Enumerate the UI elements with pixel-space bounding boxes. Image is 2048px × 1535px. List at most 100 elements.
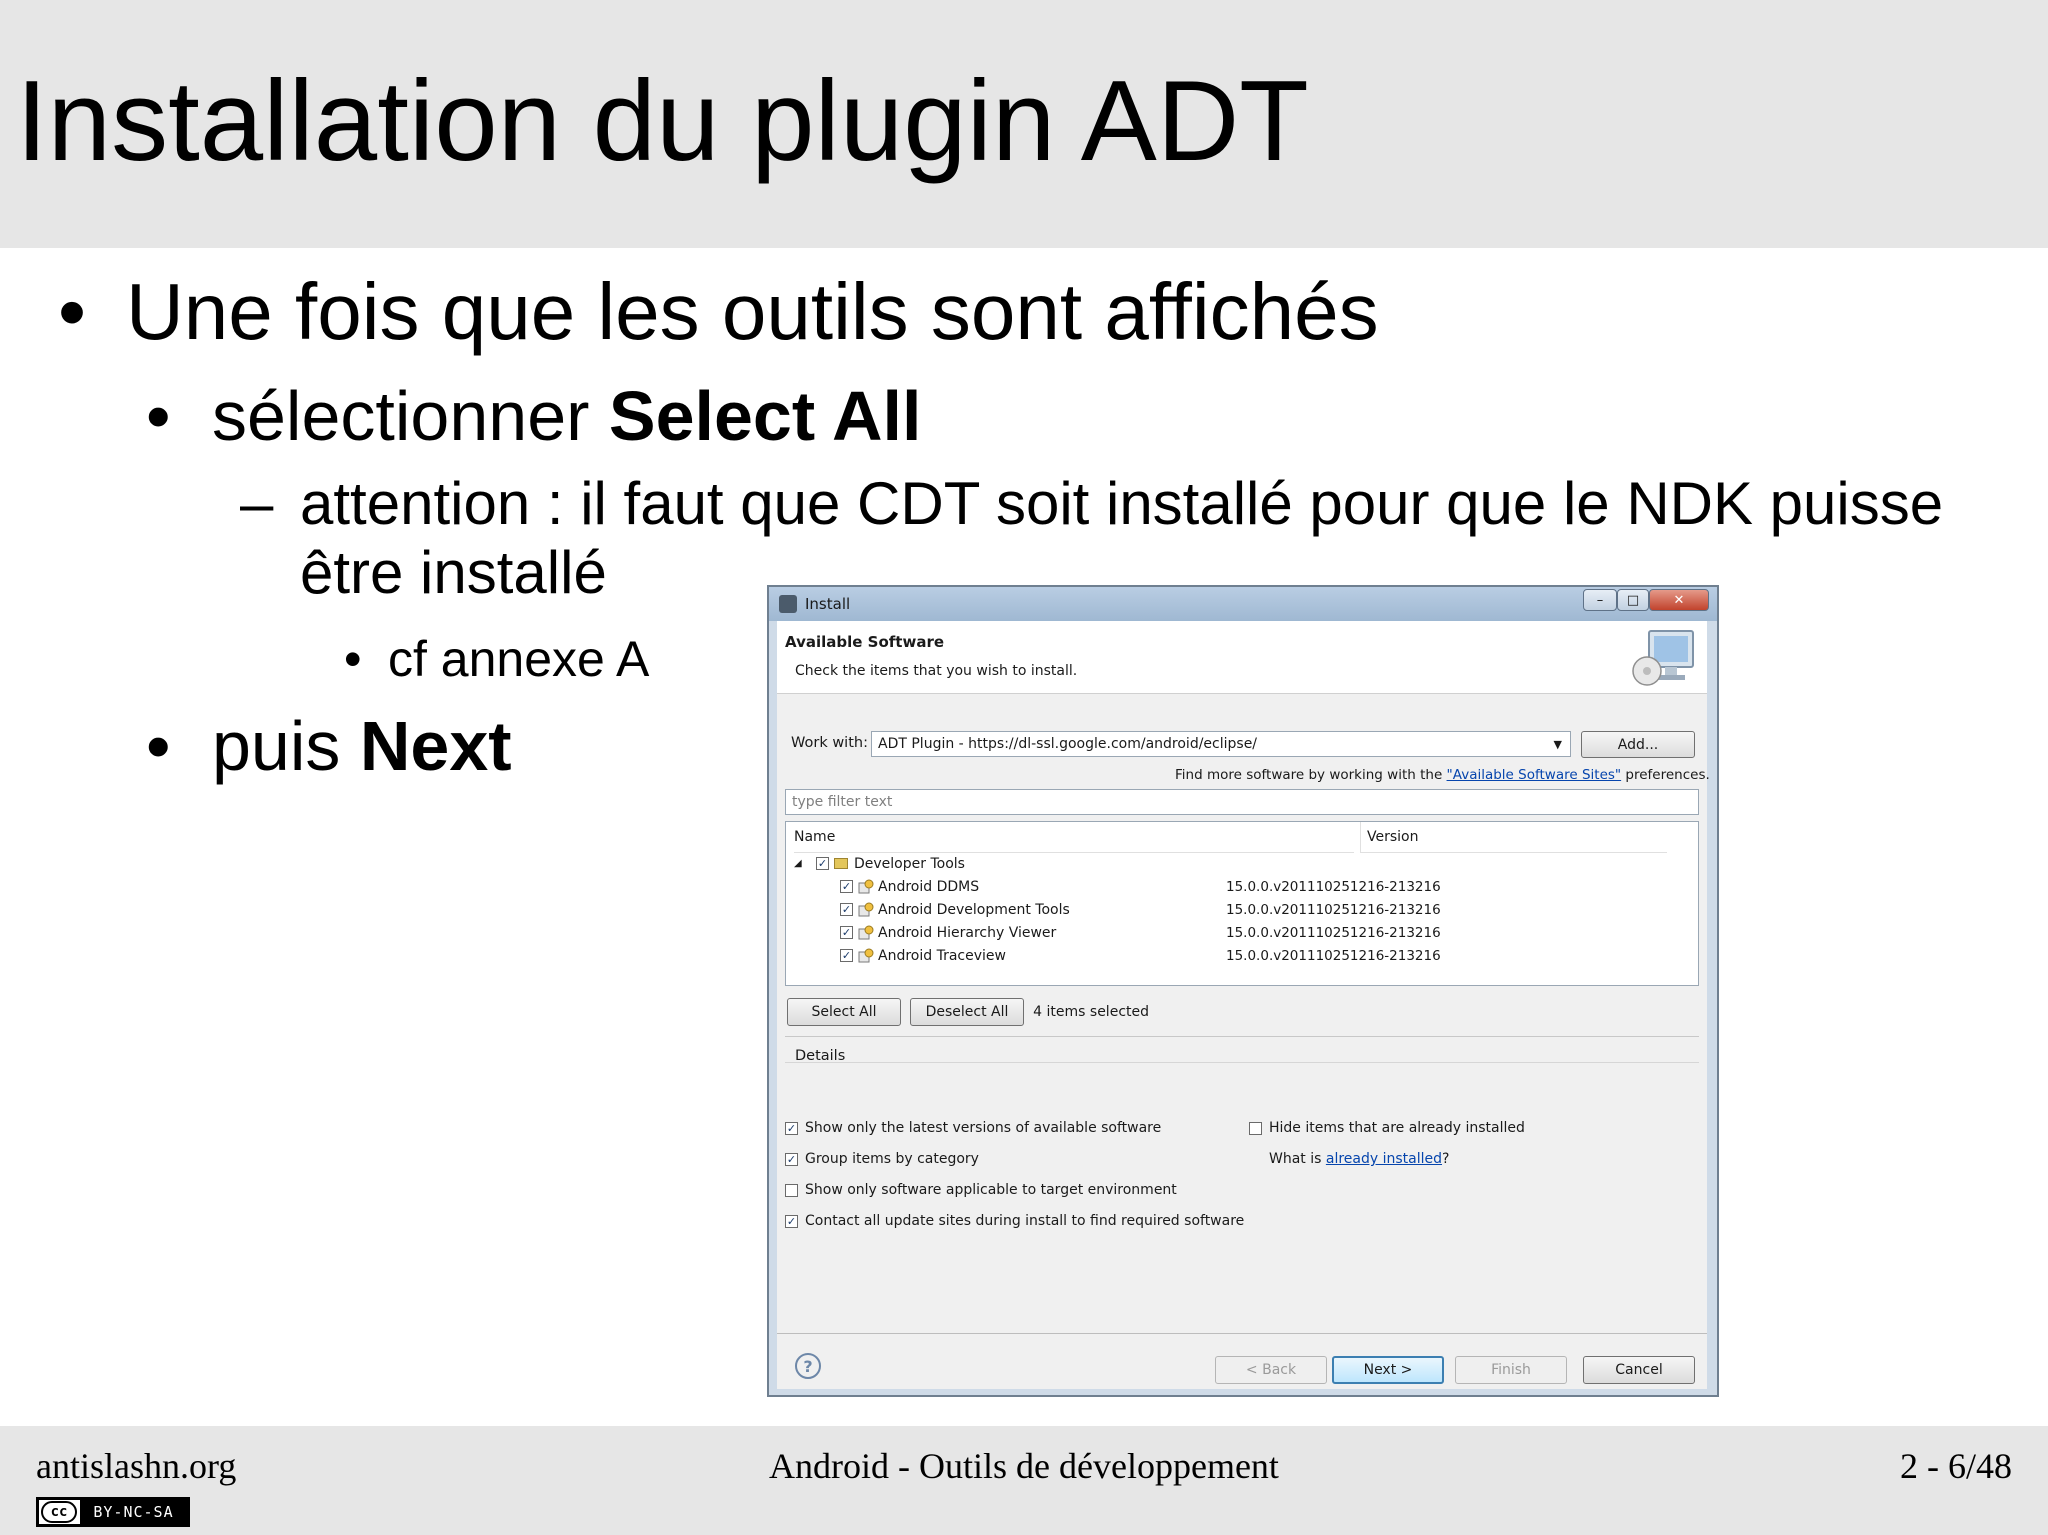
checkbox-developer-tools[interactable]: ✓ <box>816 857 829 870</box>
bullet-level3-attention-cont: être installé <box>300 538 607 608</box>
banner-subtitle: Check the items that you wish to install… <box>795 663 1078 679</box>
license-text: BY-NC-SA <box>80 1500 187 1524</box>
minimize-button[interactable]: – <box>1583 589 1617 611</box>
column-header-version[interactable]: Version <box>1360 822 1667 853</box>
bullet-text: puis Next <box>212 707 512 785</box>
checkbox-item[interactable]: ✓ <box>840 903 853 916</box>
add-site-button[interactable]: Add... <box>1581 731 1695 758</box>
install-dialog: Install – □ ✕ Available Software Check t… <box>767 585 1719 1397</box>
item-version: 15.0.0.v201110251216-213216 <box>1226 879 1441 895</box>
chevron-down-icon[interactable]: ▼ <box>1554 733 1562 757</box>
option-contact-sites[interactable]: ✓ Contact all update sites during instal… <box>785 1213 1244 1229</box>
deselect-all-button[interactable]: Deselect All <box>910 998 1024 1026</box>
checkbox-applicable-only[interactable] <box>785 1184 798 1197</box>
eclipse-app-icon <box>779 595 797 613</box>
bullet-text: Une fois que les outils sont affichés <box>126 267 1379 356</box>
dialog-body: Available Software Check the items that … <box>777 621 1710 1389</box>
bullet-text: cf annexe A <box>388 631 650 687</box>
table-row[interactable]: ✓ Android Hierarchy Viewer 15.0.0.v20111… <box>786 922 1696 944</box>
what-is-suffix: ? <box>1442 1151 1450 1167</box>
item-version: 15.0.0.v201110251216-213216 <box>1226 925 1441 941</box>
table-row[interactable]: ✓ Android Development Tools 15.0.0.v2011… <box>786 899 1696 921</box>
install-software-icon <box>1632 630 1694 686</box>
work-with-value: ADT Plugin - https://dl-ssl.google.com/a… <box>878 736 1258 752</box>
item-name: Android DDMS <box>878 879 980 895</box>
cancel-button[interactable]: Cancel <box>1583 1356 1695 1384</box>
footer-page-number: 2 - 6/48 <box>1900 1446 2012 1486</box>
plugin-icon <box>858 948 874 963</box>
item-name: Android Development Tools <box>878 902 1070 918</box>
back-button[interactable]: < Back <box>1215 1356 1327 1384</box>
plugin-icon <box>858 879 874 894</box>
bullet-dot: • <box>58 267 87 356</box>
dialog-title: Install <box>805 595 851 613</box>
find-more-text: Find more software by working with the "… <box>1175 767 1710 783</box>
checkbox-contact-sites[interactable]: ✓ <box>785 1215 798 1228</box>
items-selected-count: 4 items selected <box>1033 1004 1149 1020</box>
item-version: 15.0.0.v201110251216-213216 <box>1226 948 1441 964</box>
dialog-titlebar: Install – □ ✕ <box>769 587 1717 621</box>
option-hide-installed[interactable]: Hide items that are already installed <box>1249 1120 1525 1136</box>
already-installed-link[interactable]: already installed <box>1326 1151 1442 1167</box>
finish-button[interactable]: Finish <box>1455 1356 1567 1384</box>
next-button[interactable]: Next > <box>1332 1356 1444 1384</box>
bullet-text-line1: attention : il faut que CDT soit install… <box>300 470 1944 537</box>
slide-header: Installation du plugin ADT <box>0 0 2048 248</box>
checkbox-item[interactable]: ✓ <box>840 926 853 939</box>
find-more-prefix: Find more software by working with the <box>1175 767 1447 783</box>
checkbox-group-by-category[interactable]: ✓ <box>785 1153 798 1166</box>
plugin-icon <box>858 902 874 917</box>
bullet-dot: • <box>146 377 171 455</box>
bullet-level1: • Une fois que les outils sont affichés <box>58 264 1379 360</box>
divider <box>785 1036 1699 1037</box>
option-label: Contact all update sites during install … <box>805 1213 1245 1229</box>
bullet-level2-next: • puis Next <box>146 704 512 788</box>
slide-title: Installation du plugin ADT <box>16 58 1309 185</box>
option-group-by-category[interactable]: ✓ Group items by category <box>785 1151 979 1167</box>
software-table: Name Version ◢ ✓ Developer Tools ✓ Andro… <box>785 821 1699 986</box>
bullet-text-bold: Select All <box>608 377 922 455</box>
bullet-text-line2: être installé <box>300 539 607 606</box>
plugin-icon <box>858 925 874 940</box>
details-area[interactable] <box>785 1062 1699 1113</box>
bullet-text-prefix: puis <box>212 707 360 785</box>
work-with-combo[interactable]: ADT Plugin - https://dl-ssl.google.com/a… <box>871 731 1571 757</box>
option-label: Hide items that are already installed <box>1269 1120 1525 1136</box>
checkbox-item[interactable]: ✓ <box>840 949 853 962</box>
option-label: Show only the latest versions of availab… <box>805 1120 1162 1136</box>
dialog-banner: Available Software Check the items that … <box>777 621 1707 694</box>
select-all-button[interactable]: Select All <box>787 998 901 1026</box>
license-badge: cc BY-NC-SA <box>36 1497 190 1527</box>
work-with-label: Work with: <box>791 735 868 751</box>
what-is-installed-text: What is already installed? <box>1269 1151 1449 1167</box>
checkbox-item[interactable]: ✓ <box>840 880 853 893</box>
bullet-text: sélectionner Select All <box>212 377 921 455</box>
category-name: Developer Tools <box>854 856 965 872</box>
what-is-prefix: What is <box>1269 1151 1326 1167</box>
divider <box>777 1333 1707 1334</box>
bullet-dash: – <box>240 470 274 537</box>
bullet-level2-select-all: • sélectionner Select All <box>146 374 921 458</box>
maximize-button[interactable]: □ <box>1617 589 1649 611</box>
option-applicable-only[interactable]: Show only software applicable to target … <box>785 1182 1177 1198</box>
available-software-sites-link[interactable]: "Available Software Sites" <box>1447 767 1622 783</box>
option-label: Group items by category <box>805 1151 979 1167</box>
checkbox-latest-versions[interactable]: ✓ <box>785 1122 798 1135</box>
table-row[interactable]: ✓ Android DDMS 15.0.0.v201110251216-2132… <box>786 876 1696 898</box>
bullet-level3-attention: – attention : il faut que CDT soit insta… <box>240 469 1943 539</box>
bullet-level4-annexe: • cf annexe A <box>344 629 649 689</box>
category-icon <box>834 858 848 869</box>
table-row-category[interactable]: ◢ ✓ Developer Tools <box>786 853 1696 875</box>
footer-course-title: Android - Outils de développement <box>769 1446 1279 1486</box>
filter-input[interactable]: type filter text <box>785 789 1699 815</box>
table-row[interactable]: ✓ Android Traceview 15.0.0.v201110251216… <box>786 945 1696 967</box>
close-button[interactable]: ✕ <box>1649 589 1709 611</box>
column-header-name[interactable]: Name <box>794 822 1354 853</box>
bullet-dot: • <box>344 631 362 687</box>
bullet-text-bold: Next <box>359 707 512 785</box>
tree-expand-icon[interactable]: ◢ <box>794 853 802 875</box>
help-icon[interactable]: ? <box>795 1353 821 1379</box>
banner-title: Available Software <box>785 633 945 651</box>
option-latest-versions[interactable]: ✓ Show only the latest versions of avail… <box>785 1120 1161 1136</box>
checkbox-hide-installed[interactable] <box>1249 1122 1262 1135</box>
